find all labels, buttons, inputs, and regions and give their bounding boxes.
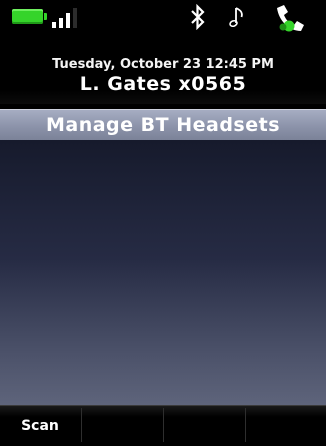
signal-bar-2 bbox=[59, 18, 63, 28]
softkey-3[interactable] bbox=[164, 406, 244, 442]
softkey-2[interactable] bbox=[82, 406, 162, 442]
ringer-note-icon bbox=[229, 7, 243, 28]
user-extension-label: L. Gates x0565 bbox=[79, 73, 247, 95]
page-title: Manage BT Headsets bbox=[0, 109, 326, 141]
date-time-label: Tuesday, October 23 12:45 PM bbox=[52, 57, 274, 72]
bluetooth-icon bbox=[191, 4, 205, 30]
signal-bar-1 bbox=[52, 22, 56, 28]
battery-icon bbox=[12, 9, 47, 24]
softkey-4[interactable] bbox=[246, 406, 326, 442]
signal-strength-icon bbox=[50, 6, 84, 28]
signal-bar-4 bbox=[73, 8, 77, 28]
scan-softkey[interactable]: Scan bbox=[0, 406, 80, 442]
softkey-bar: Scan bbox=[0, 405, 326, 442]
signal-bar-3 bbox=[66, 13, 70, 28]
header: Tuesday, October 23 12:45 PM L. Gates x0… bbox=[0, 54, 326, 104]
status-bar bbox=[0, 0, 326, 36]
phone-screen: Tuesday, October 23 12:45 PM L. Gates x0… bbox=[0, 0, 326, 442]
handset-icon bbox=[277, 5, 304, 32]
headset-list-area bbox=[0, 140, 326, 405]
